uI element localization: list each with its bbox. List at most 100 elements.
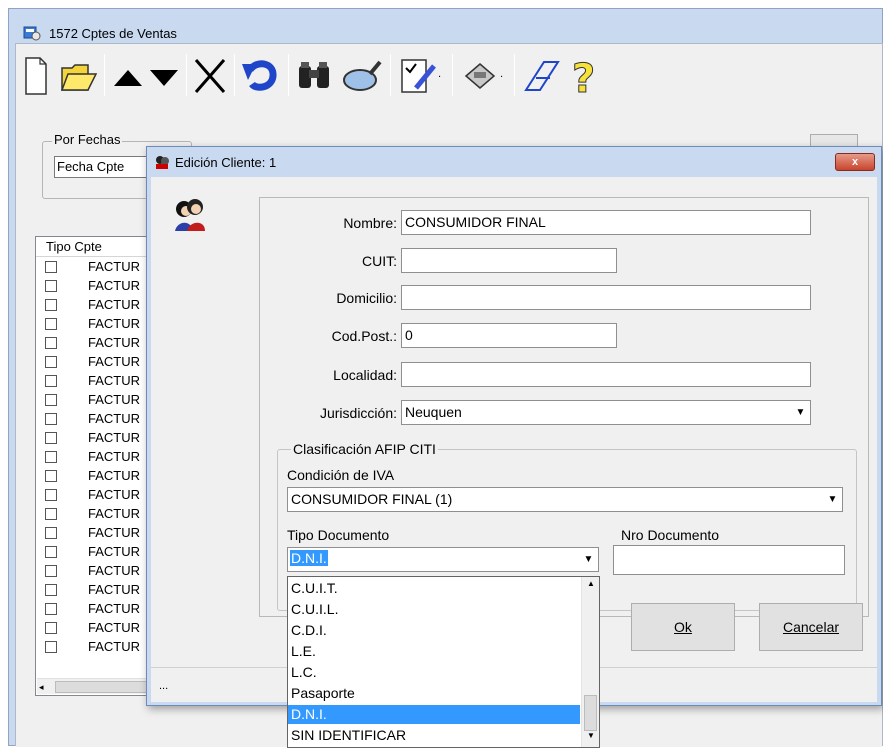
svg-text:?: ? (572, 56, 595, 98)
dropdown-option[interactable]: D.N.I. (288, 705, 580, 724)
checklist-icon[interactable]: · (398, 54, 446, 98)
table-row[interactable]: FACTUR (36, 315, 164, 334)
table-row[interactable]: FACTUR (36, 296, 164, 315)
text-icon[interactable] (522, 54, 562, 98)
cuit-input[interactable] (401, 248, 617, 273)
row-checkbox[interactable] (45, 337, 57, 349)
row-checkbox[interactable] (45, 280, 57, 292)
dropdown-option[interactable]: Pasaporte (288, 684, 580, 703)
nombre-label: Nombre: (343, 215, 397, 231)
scroll-down-icon[interactable]: ▼ (582, 731, 600, 745)
domicilio-input[interactable] (401, 285, 811, 310)
row-checkbox[interactable] (45, 432, 57, 444)
table-row[interactable]: FACTUR (36, 353, 164, 372)
row-checkbox[interactable] (45, 527, 57, 539)
list-header-tipo-cpte[interactable]: Tipo Cpte (36, 237, 164, 257)
row-checkbox[interactable] (45, 413, 57, 425)
chevron-down-icon[interactable]: ▼ (824, 489, 841, 510)
tipo-documento-dropdown-list[interactable]: C.U.I.T. C.U.I.L. C.D.I. L.E. L.C. Pasaporte D… (287, 576, 600, 748)
main-titlebar[interactable]: 1572 Cptes de Ventas (9, 9, 882, 41)
row-label: FACTUR (88, 373, 140, 388)
table-row[interactable]: FACTUR (36, 638, 164, 657)
row-checkbox[interactable] (45, 584, 57, 596)
table-row[interactable]: FACTUR (36, 334, 164, 353)
nro-documento-input[interactable] (613, 545, 845, 575)
row-checkbox[interactable] (45, 489, 57, 501)
dialog-titlebar[interactable]: Edición Cliente: 1 x (147, 147, 881, 177)
ok-button-label: Ok (674, 619, 692, 635)
chevron-down-icon[interactable]: ▼ (792, 402, 809, 423)
magnify-icon[interactable] (340, 54, 384, 98)
dropdown-option[interactable]: C.D.I. (288, 621, 580, 640)
table-row[interactable]: FACTUR (36, 581, 164, 600)
tipo-documento-select[interactable]: D.N.I. ▼ (287, 547, 599, 572)
table-row[interactable]: FACTUR (36, 524, 164, 543)
printer-icon[interactable]: · (460, 54, 508, 98)
toolbar-separator (104, 54, 105, 96)
table-row[interactable]: FACTUR (36, 543, 164, 562)
cod-post-input[interactable]: 0 (401, 323, 617, 348)
table-row[interactable]: FACTUR (36, 391, 164, 410)
row-checkbox[interactable] (45, 375, 57, 387)
row-checkbox[interactable] (45, 261, 57, 273)
table-row[interactable]: FACTUR (36, 619, 164, 638)
table-row[interactable]: FACTUR (36, 505, 164, 524)
dropdown-option[interactable]: C.U.I.L. (288, 600, 580, 619)
nombre-input[interactable]: CONSUMIDOR FINAL (401, 210, 811, 235)
row-checkbox[interactable] (45, 508, 57, 520)
open-folder-icon[interactable] (58, 54, 98, 98)
row-label: FACTUR (88, 392, 140, 407)
table-row[interactable]: FACTUR (36, 277, 164, 296)
dropdown-scrollbar[interactable]: ▲ ▼ (581, 577, 599, 747)
row-checkbox[interactable] (45, 299, 57, 311)
row-checkbox[interactable] (45, 470, 57, 482)
arrow-down-icon[interactable] (148, 54, 180, 98)
dropdown-option[interactable]: C.U.I.T. (288, 579, 580, 598)
scroll-thumb[interactable] (584, 695, 597, 731)
row-label: FACTUR (88, 544, 140, 559)
row-checkbox[interactable] (45, 565, 57, 577)
chevron-down-icon[interactable]: ▼ (580, 549, 597, 570)
cancel-button[interactable]: Cancelar (759, 603, 863, 651)
localidad-input[interactable] (401, 362, 811, 387)
row-checkbox[interactable] (45, 546, 57, 558)
dropdown-option[interactable]: L.E. (288, 642, 580, 661)
binoculars-icon[interactable] (294, 54, 334, 98)
arrow-up-icon[interactable] (112, 54, 144, 98)
table-row[interactable]: FACTUR (36, 562, 164, 581)
table-row[interactable]: FACTUR (36, 258, 164, 277)
row-label: FACTUR (88, 582, 140, 597)
table-row[interactable]: FACTUR (36, 600, 164, 619)
help-icon[interactable]: ? (568, 54, 604, 103)
scroll-up-icon[interactable]: ▲ (582, 579, 600, 593)
ok-button[interactable]: Ok (631, 603, 735, 651)
condicion-iva-select[interactable]: CONSUMIDOR FINAL (1) ▼ (287, 487, 843, 512)
table-row[interactable]: FACTUR (36, 467, 164, 486)
horizontal-scrollbar[interactable]: ◂ (37, 678, 164, 694)
toolbar-separator (514, 54, 515, 96)
row-checkbox[interactable] (45, 641, 57, 653)
table-row[interactable]: FACTUR (36, 486, 164, 505)
delete-icon[interactable] (192, 54, 228, 98)
row-checkbox[interactable] (45, 451, 57, 463)
row-checkbox[interactable] (45, 622, 57, 634)
table-row[interactable]: FACTUR (36, 372, 164, 391)
row-checkbox[interactable] (45, 394, 57, 406)
row-label: FACTUR (88, 468, 140, 483)
afip-citi-label: Clasificación AFIP CITI (291, 441, 438, 457)
scroll-left-icon[interactable]: ◂ (39, 681, 49, 693)
table-row[interactable]: FACTUR (36, 410, 164, 429)
new-icon[interactable] (22, 54, 50, 98)
dropdown-option[interactable]: SIN IDENTIFICAR (288, 726, 580, 745)
row-label: FACTUR (88, 601, 140, 616)
undo-icon[interactable] (240, 54, 280, 98)
row-checkbox[interactable] (45, 603, 57, 615)
jurisdiccion-select[interactable]: Neuquen ▼ (401, 400, 811, 425)
scroll-thumb[interactable] (55, 681, 155, 693)
row-checkbox[interactable] (45, 356, 57, 368)
table-row[interactable]: FACTUR (36, 448, 164, 467)
table-row[interactable]: FACTUR (36, 429, 164, 448)
dropdown-option[interactable]: L.C. (288, 663, 580, 682)
row-checkbox[interactable] (45, 318, 57, 330)
close-button[interactable]: x (835, 153, 875, 171)
